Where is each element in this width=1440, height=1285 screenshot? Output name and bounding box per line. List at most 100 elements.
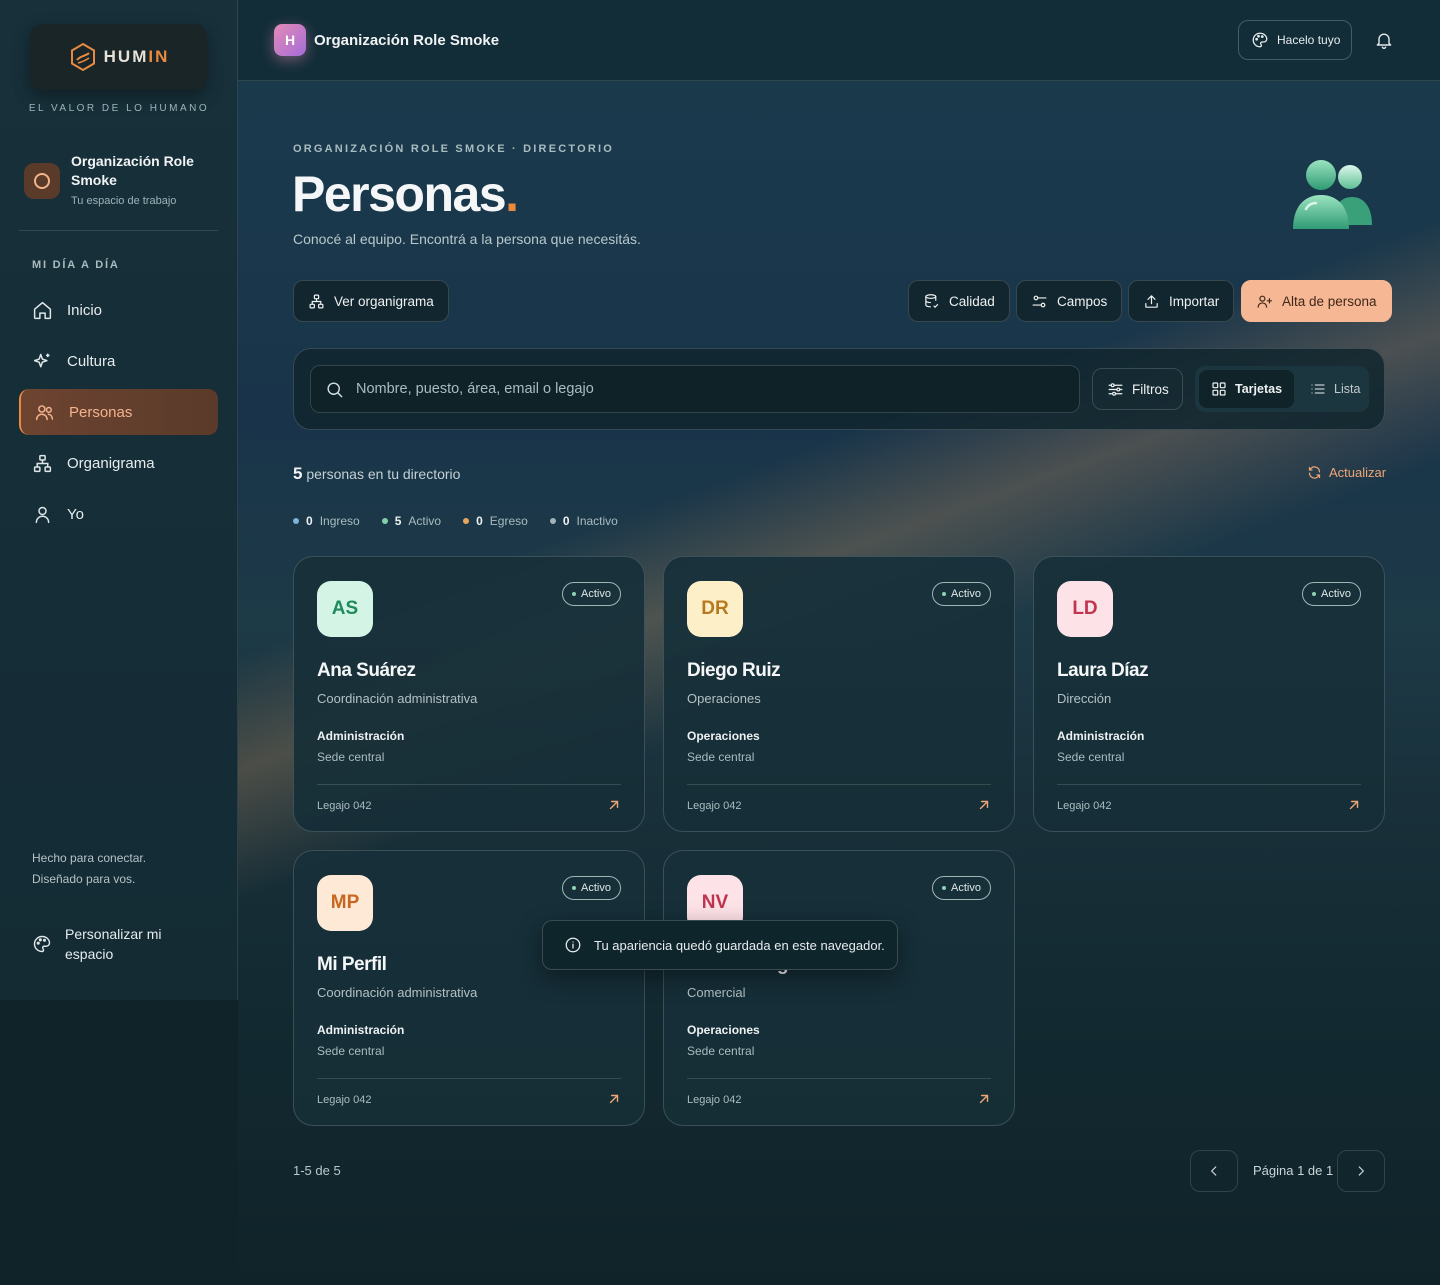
card-divider [1057,784,1361,785]
humin-logo-icon [70,42,95,72]
org-switcher[interactable]: Organización Role Smoke Tu espacio de tr… [24,152,214,207]
person-legajo: Legajo 042 [687,1094,742,1106]
person-card[interactable]: MP Activo Mi Perfil Coordinación adminis… [293,850,645,1126]
search-input[interactable] [356,381,1036,397]
legend-count: 5 [394,514,402,528]
notifications-button[interactable] [1374,30,1394,55]
sidebar-divider [19,230,218,231]
workspace-badge[interactable]: H [274,24,306,56]
quality-button[interactable]: Calidad [908,280,1010,322]
legend-item-activo[interactable]: 5 Activo [381,514,441,528]
next-page-button[interactable] [1337,1150,1385,1192]
person-legajo: Legajo 042 [317,800,372,812]
status-label: Activo [951,588,981,600]
view-cards-label: Tarjetas [1235,382,1283,396]
logo-text: HUM [103,47,149,66]
people-illustration-icon [1290,155,1376,246]
list-icon [1311,384,1325,394]
person-area: Administración [317,729,405,743]
arrow-up-right-icon[interactable] [977,1092,991,1106]
status-label: Activo [951,882,981,894]
refresh-button[interactable]: Actualizar [1307,465,1386,480]
info-icon [565,937,581,953]
sidebar-item-inicio[interactable]: Inicio [19,287,218,333]
org-chart-icon [309,294,324,308]
legend-label: Inactivo [576,514,618,528]
person-card[interactable]: AS Activo Ana Suárez Coordinación admini… [293,556,645,832]
directory-count: 5 personas en tu directorio [293,464,460,484]
directory-count-text: personas en tu directorio [306,466,461,482]
person-area: Administración [1057,729,1145,743]
fields-label: Campos [1057,293,1108,309]
add-person-label: Alta de persona [1282,293,1377,309]
search-box [310,365,1080,413]
arrow-up-right-icon[interactable] [977,798,991,812]
legend-count: 0 [476,514,483,528]
palette-icon [1252,32,1268,48]
person-role: Comercial [687,985,746,1000]
legend-count: 0 [306,514,313,528]
sidebar-item-organigrama[interactable]: Organigrama [19,440,218,486]
database-check-icon [925,293,939,308]
previous-page-button[interactable] [1190,1150,1238,1192]
status-dot [572,886,577,890]
make-yours-button[interactable]: Hacelo tuyo [1238,20,1352,60]
status-dot [293,518,299,524]
sidebar-item-cultura[interactable]: Cultura [19,338,218,384]
person-site: Sede central [687,750,755,764]
view-list-label: Lista [1334,382,1361,396]
person-site: Sede central [1057,750,1125,764]
arrow-up-right-icon[interactable] [1347,798,1361,812]
org-name: Organización Role Smoke [71,153,194,188]
filters-button[interactable]: Filtros [1092,368,1183,410]
person-area: Administración [317,1023,405,1037]
status-dot [572,592,577,596]
personalize-button[interactable]: Personalizar mi espacio [32,924,175,964]
footer-line: Diseñado para vos. [32,872,136,886]
avatar: DR [687,581,743,637]
view-org-chart-button[interactable]: Ver organigrama [293,280,449,322]
card-divider [317,784,621,785]
import-button[interactable]: Importar [1128,280,1235,322]
pagination-label: Página 1 de 1 [1253,1163,1334,1178]
person-role: Coordinación administrativa [317,985,478,1000]
sidebar-item-label: Inicio [67,301,103,319]
org-avatar [24,163,60,199]
person-site: Sede central [687,1044,755,1058]
person-card[interactable]: NV Activo Nicolás Vega Comercial Operaci… [663,850,1015,1126]
add-person-button[interactable]: Alta de persona [1241,280,1392,322]
legend-item-egreso[interactable]: 0 Egreso [463,514,528,528]
legend-item-inactivo[interactable]: 0 Inactivo [549,514,618,528]
arrow-up-right-icon[interactable] [607,1092,621,1106]
person-card[interactable]: LD Activo Laura Díaz Dirección Administr… [1033,556,1385,832]
status-badge: Activo [562,582,621,606]
sparkle-icon [33,353,50,367]
status-badge: Activo [1302,582,1361,606]
toast-notification: Tu apariencia quedó guardada en este nav… [542,920,898,970]
quality-label: Calidad [949,293,995,309]
person-role: Dirección [1057,691,1112,706]
logo[interactable]: HUMIN [30,24,207,90]
legend-label: Ingreso [319,514,360,528]
sidebar-bottom-background [0,1000,238,1285]
view-list-option[interactable]: Lista [1298,370,1372,408]
footer-line: Hecho para conectar. [32,851,147,865]
upload-icon [1145,294,1158,308]
legend-item-ingreso[interactable]: 0 Ingreso [293,514,360,528]
arrow-up-right-icon[interactable] [607,798,621,812]
person-legajo: Legajo 042 [1057,800,1112,812]
bell-icon [1376,33,1392,49]
status-legend: 0 Ingreso 5 Activo 0 Egreso 0 Inactivo [293,514,618,528]
view-cards-option[interactable]: Tarjetas [1199,370,1295,408]
sidebar-item-label: Yo [67,505,84,523]
fields-button[interactable]: Campos [1016,280,1123,322]
section-label: MI DÍA A DÍA [32,259,120,271]
search-icon [327,381,343,397]
toast-message: Tu apariencia quedó guardada en este nav… [594,937,885,953]
grid-icon [1212,382,1226,396]
sidebar-item-label: Personas [69,403,133,421]
sidebar-item-personas[interactable]: Personas [19,389,218,435]
sidebar-nav: Inicio Cultura Personas Organigrama Yo [19,287,218,542]
sidebar-item-yo[interactable]: Yo [19,491,218,537]
person-card[interactable]: DR Activo Diego Ruiz Operaciones Operaci… [663,556,1015,832]
